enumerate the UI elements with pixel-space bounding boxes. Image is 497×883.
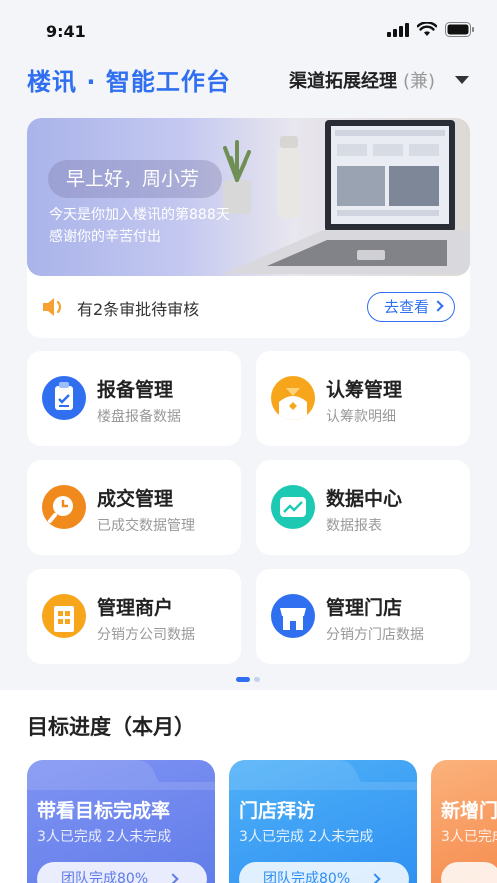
tile-title: 管理门店	[326, 597, 403, 619]
chevron-right-icon	[432, 300, 444, 312]
deal-icon	[42, 485, 86, 529]
report-icon	[42, 376, 86, 420]
goal-progress-button[interactable]: 团队完成80%	[239, 862, 409, 883]
tile-title: 报备管理	[97, 379, 174, 401]
goal-progress-label: 团队完成80%	[61, 871, 149, 883]
tile-title: 成交管理	[97, 488, 174, 510]
tile-subtitle: 数据报表	[326, 518, 382, 534]
goal-subtitle: 3人已完成 2人未完成	[239, 829, 374, 845]
app-title: 楼讯 · 智能工作台	[27, 68, 231, 96]
store-icon	[271, 594, 315, 638]
menu-tile-store[interactable]: 管理门店 分销方门店数据	[256, 569, 470, 664]
card-tab-shape	[27, 760, 215, 790]
goal-card-store-visit[interactable]: 门店拜访 3人已完成 2人未完成 团队完成80%	[229, 760, 417, 883]
view-approvals-label: 去查看	[384, 298, 430, 316]
goal-title: 新增门店	[441, 800, 497, 822]
goal-card-new-store[interactable]: 新增门店 3人已完成	[431, 760, 497, 883]
approval-notice: 有2条审批待审核 去查看	[27, 276, 470, 338]
greeting-line-2: 感谢你的辛苦付出	[49, 229, 161, 245]
chevron-right-icon	[167, 873, 179, 883]
banner-image[interactable]: 早上好，周小芳 今天是你加入楼讯的第888天 感谢你的辛苦付出	[27, 118, 470, 276]
chevron-down-icon	[455, 76, 469, 84]
tile-subtitle: 楼盘报备数据	[97, 409, 181, 425]
menu-tile-data-center[interactable]: 数据中心 数据报表	[256, 460, 470, 555]
tile-title: 管理商户	[97, 597, 174, 619]
goal-progress-label: 团队完成80%	[263, 871, 351, 883]
goal-progress-button[interactable]	[441, 862, 497, 883]
goal-title: 门店拜访	[239, 800, 316, 822]
menu-tile-report[interactable]: 报备管理 楼盘报备数据	[27, 351, 241, 446]
status-icons	[387, 22, 475, 37]
chart-icon	[271, 485, 315, 529]
notice-text: 有2条审批待审核	[77, 300, 200, 319]
battery-icon	[445, 22, 474, 37]
greeting-pill: 早上好，周小芳	[48, 160, 222, 198]
page-indicator-inactive	[254, 677, 260, 682]
role-tag: (兼)	[402, 71, 435, 92]
subscription-icon	[271, 376, 315, 420]
goal-subtitle: 3人已完成	[441, 829, 497, 845]
tile-title: 认筹管理	[326, 379, 403, 401]
status-time: 9:41	[46, 22, 86, 41]
goal-title: 带看目标完成率	[37, 800, 171, 822]
menu-tile-merchant[interactable]: 管理商户 分销方公司数据	[27, 569, 241, 664]
speaker-icon	[43, 298, 62, 316]
tile-subtitle: 分销方门店数据	[326, 627, 424, 643]
tile-title: 数据中心	[326, 488, 403, 510]
goal-card-viewing[interactable]: 带看目标完成率 3人已完成 2人未完成 团队完成80%	[27, 760, 215, 883]
card-tab-shape	[229, 760, 417, 790]
role-name: 渠道拓展经理	[288, 71, 397, 92]
menu-tile-deal[interactable]: 成交管理 已成交数据管理	[27, 460, 241, 555]
wifi-icon	[417, 22, 437, 36]
menu-tile-subscription[interactable]: 认筹管理 认筹款明细	[256, 351, 470, 446]
page-indicator-active	[236, 677, 250, 682]
tile-subtitle: 分销方公司数据	[97, 627, 195, 643]
chevron-right-icon	[369, 873, 381, 883]
view-approvals-button[interactable]: 去查看	[367, 292, 455, 322]
building-icon	[42, 594, 86, 638]
signal-icon	[387, 22, 409, 37]
goal-subtitle: 3人已完成 2人未完成	[37, 829, 172, 845]
section-title: 目标进度（本月）	[27, 715, 195, 739]
role-selector[interactable]: 渠道拓展经理 (兼)	[289, 67, 469, 93]
goal-progress-button[interactable]: 团队完成80%	[37, 862, 207, 883]
greeting-line-1: 今天是你加入楼讯的第888天	[49, 207, 230, 223]
banner-card: 早上好，周小芳 今天是你加入楼讯的第888天 感谢你的辛苦付出 有2条审批待审核…	[27, 118, 470, 338]
tile-subtitle: 认筹款明细	[326, 409, 396, 425]
tile-subtitle: 已成交数据管理	[97, 518, 195, 534]
